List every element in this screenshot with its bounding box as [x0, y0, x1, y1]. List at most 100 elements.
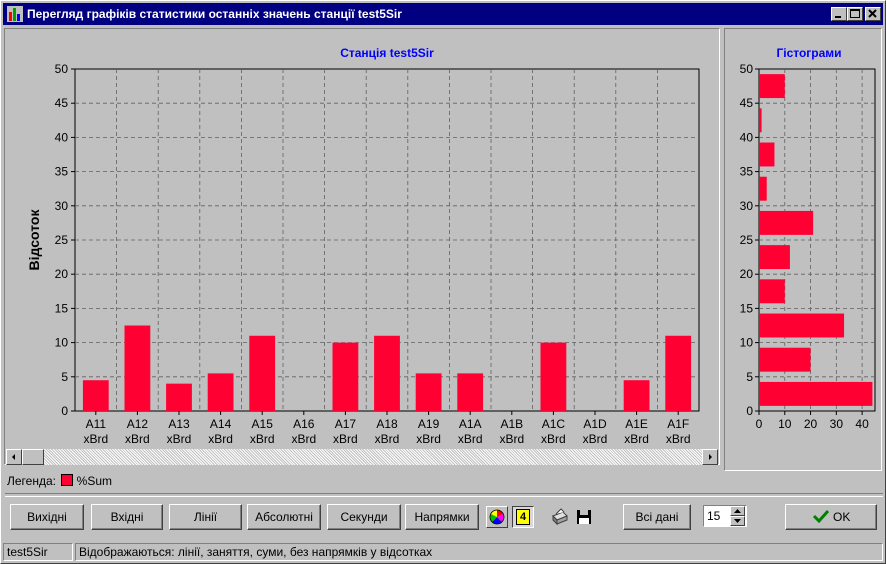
- x-tick-label: A1F: [667, 417, 689, 431]
- x-tick-sublabel: xBrd: [125, 432, 150, 446]
- horizontal-scrollbar[interactable]: [6, 449, 718, 465]
- minimize-button[interactable]: [831, 7, 847, 21]
- x-tick-sublabel: xBrd: [375, 432, 400, 446]
- inputs-button[interactable]: Вхідні: [91, 504, 163, 530]
- x-tick-sublabel: xBrd: [208, 432, 233, 446]
- bar: [665, 335, 692, 411]
- y-tick-label: 35: [55, 165, 69, 179]
- ok-label: OK: [833, 510, 851, 524]
- histogram-title: Гістограми: [776, 46, 841, 60]
- arrow-down-icon: [734, 519, 741, 523]
- spinner-up-button[interactable]: [730, 506, 745, 516]
- arrow-up-icon: [734, 509, 741, 513]
- x-tick-label: A1E: [625, 417, 648, 431]
- x-tick-label: A12: [127, 417, 149, 431]
- seconds-button[interactable]: Секунди: [327, 504, 401, 530]
- main-window: Перегляд графіків статистики останніх зн…: [0, 0, 886, 564]
- lines-button[interactable]: Лінії: [169, 504, 242, 530]
- count-spinner[interactable]: 15: [703, 505, 747, 527]
- x-tick-label: 40: [855, 417, 869, 431]
- histogram-bar: [759, 74, 785, 99]
- bar: [166, 383, 192, 411]
- spinner-down-button[interactable]: [730, 516, 745, 526]
- scroll-right-button[interactable]: [702, 449, 718, 465]
- histogram-bar: [759, 210, 814, 235]
- arrow-left-icon: [12, 454, 15, 460]
- x-tick-sublabel: xBrd: [83, 432, 108, 446]
- spinner-value[interactable]: 15: [707, 509, 720, 523]
- y-tick-label: 0: [746, 404, 753, 418]
- bar: [124, 325, 151, 411]
- y-tick-label: 40: [740, 130, 754, 144]
- scroll-thumb[interactable]: [22, 449, 44, 465]
- title-bar[interactable]: Перегляд графіків статистики останніх зн…: [3, 3, 883, 25]
- save-button[interactable]: [573, 506, 595, 528]
- bar: [374, 335, 400, 411]
- x-tick-sublabel: xBrd: [499, 432, 524, 446]
- x-tick-sublabel: xBrd: [541, 432, 566, 446]
- x-tick-label: A17: [335, 417, 357, 431]
- x-tick-sublabel: xBrd: [666, 432, 691, 446]
- maximize-button[interactable]: [847, 7, 863, 21]
- x-tick-label: A13: [168, 417, 190, 431]
- chart-count-button[interactable]: 4: [512, 506, 534, 528]
- y-tick-label: 45: [55, 96, 69, 110]
- all-data-button[interactable]: Всі дані: [623, 504, 691, 530]
- y-tick-label: 5: [61, 370, 68, 384]
- x-tick-sublabel: xBrd: [167, 432, 192, 446]
- bar: [82, 380, 109, 411]
- y-tick-label: 15: [740, 301, 754, 315]
- scroll-left-button[interactable]: [6, 449, 22, 465]
- y-tick-label: 10: [55, 336, 69, 350]
- chart-title: Станція test5Sir: [340, 46, 434, 60]
- x-tick-label: 30: [830, 417, 844, 431]
- x-tick-label: A1D: [583, 417, 607, 431]
- y-tick-label: 50: [55, 62, 69, 76]
- close-button[interactable]: [865, 7, 881, 21]
- status-message: Відображаються: лінії, заняття, суми, бе…: [75, 543, 883, 561]
- bar: [332, 342, 359, 411]
- close-icon: [868, 9, 877, 18]
- x-tick-sublabel: xBrd: [291, 432, 316, 446]
- maximize-icon: [850, 9, 860, 18]
- histogram-bar: [759, 176, 767, 201]
- x-tick-sublabel: xBrd: [416, 432, 441, 446]
- x-tick-sublabel: xBrd: [583, 432, 608, 446]
- bar: [207, 373, 234, 411]
- x-tick-sublabel: xBrd: [250, 432, 275, 446]
- arrow-right-icon: [709, 454, 712, 460]
- x-tick-sublabel: xBrd: [333, 432, 358, 446]
- main-chart: 05101520253035404550A11xBrdA12xBrdA13xBr…: [26, 46, 700, 446]
- palette-button[interactable]: [486, 506, 508, 528]
- outputs-button[interactable]: Вихідні: [10, 504, 84, 530]
- y-tick-label: 35: [740, 165, 754, 179]
- x-tick-label: 20: [804, 417, 818, 431]
- x-tick-label: 0: [756, 417, 763, 431]
- absolute-button[interactable]: Абсолютні: [247, 504, 321, 530]
- print-button[interactable]: [548, 506, 570, 528]
- y-tick-label: 20: [740, 267, 754, 281]
- x-tick-label: A18: [376, 417, 398, 431]
- directions-button[interactable]: Напрямки: [405, 504, 479, 530]
- x-tick-sublabel: xBrd: [624, 432, 649, 446]
- checkmark-icon: [812, 509, 829, 524]
- y-axis-label: Відсоток: [26, 209, 42, 271]
- y-tick-label: 5: [746, 370, 753, 384]
- y-tick-label: 10: [740, 336, 754, 350]
- y-tick-label: 50: [740, 62, 754, 76]
- y-tick-label: 15: [55, 301, 69, 315]
- histogram-bar: [759, 381, 873, 406]
- status-station: test5Sir: [3, 543, 73, 561]
- histogram-bar: [759, 279, 785, 304]
- histogram-bar: [759, 347, 811, 372]
- y-tick-label: 30: [55, 199, 69, 213]
- x-tick-label: A15: [252, 417, 274, 431]
- y-tick-label: 25: [55, 233, 69, 247]
- ok-button[interactable]: OK: [785, 504, 877, 530]
- y-tick-label: 25: [740, 233, 754, 247]
- y-tick-label: 45: [740, 96, 754, 110]
- legend-label: Легенда:: [7, 474, 56, 488]
- bar: [540, 342, 567, 411]
- histogram-panel: 0 5 10 15 20 25 30 35 40 45 50 0 10 20 30 40 Гістограми: [724, 28, 882, 471]
- main-chart-panel: 0 5 10 15 20 25 30 35 40 45 50 A11 xBrd A12 xBrd A13 xBr…: [4, 28, 720, 465]
